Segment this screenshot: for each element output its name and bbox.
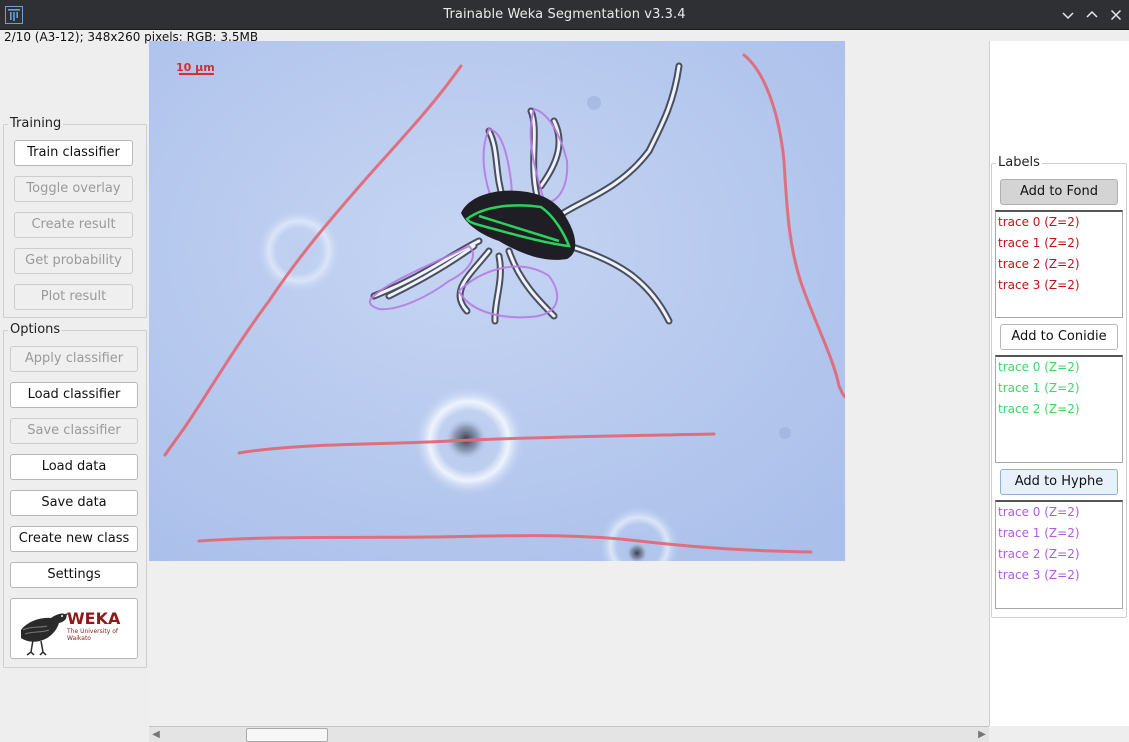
chevron-down-icon bbox=[1062, 12, 1074, 20]
fond-trace-list[interactable]: trace 0 (Z=2) trace 1 (Z=2) trace 2 (Z=2… bbox=[995, 210, 1123, 318]
trace-item[interactable]: trace 2 (Z=2) bbox=[996, 254, 1122, 275]
scale-bar-label: 10 µm bbox=[176, 61, 215, 74]
load-data-button[interactable]: Load data bbox=[10, 454, 138, 480]
create-new-class-button[interactable]: Create new class bbox=[10, 526, 138, 552]
close-icon bbox=[1110, 9, 1122, 21]
plot-result-button[interactable]: Plot result bbox=[14, 284, 133, 310]
horizontal-scrollbar[interactable]: ◀ ▶ bbox=[149, 726, 989, 742]
scroll-left-arrow-icon[interactable]: ◀ bbox=[149, 728, 163, 742]
weka-logo-text: WEKA bbox=[67, 609, 121, 628]
add-to-conidie-button[interactable]: Add to Conidie bbox=[1000, 324, 1118, 350]
conidie-trace-list[interactable]: trace 0 (Z=2) trace 1 (Z=2) trace 2 (Z=2… bbox=[995, 355, 1123, 463]
get-probability-button[interactable]: Get probability bbox=[14, 248, 133, 274]
save-classifier-button[interactable]: Save classifier bbox=[10, 418, 138, 444]
trace-item[interactable]: trace 3 (Z=2) bbox=[996, 565, 1122, 586]
faint-spot bbox=[587, 96, 601, 110]
weka-bird-icon bbox=[21, 613, 69, 656]
add-to-hyphe-button[interactable]: Add to Hyphe bbox=[1000, 469, 1118, 495]
apply-classifier-button[interactable]: Apply classifier bbox=[10, 346, 138, 372]
save-data-button[interactable]: Save data bbox=[10, 490, 138, 516]
window-title: Trainable Weka Segmentation v3.3.4 bbox=[443, 7, 686, 22]
scrollbar-thumb[interactable] bbox=[246, 728, 328, 742]
trace-item[interactable]: trace 0 (Z=2) bbox=[996, 357, 1122, 378]
training-title: Training bbox=[8, 116, 64, 132]
trace-item[interactable]: trace 0 (Z=2) bbox=[996, 502, 1122, 523]
labels-title: Labels bbox=[996, 155, 1042, 171]
scroll-right-arrow-icon[interactable]: ▶ bbox=[975, 728, 989, 742]
trace-item[interactable]: trace 3 (Z=2) bbox=[996, 275, 1122, 296]
maximize-button[interactable] bbox=[1082, 5, 1102, 25]
train-classifier-button[interactable]: Train classifier bbox=[14, 140, 133, 166]
image-canvas[interactable]: 10 µm bbox=[149, 41, 845, 561]
minimize-button[interactable] bbox=[1058, 5, 1078, 25]
toggle-overlay-button[interactable]: Toggle overlay bbox=[14, 176, 133, 202]
hyphe-trace-list[interactable]: trace 0 (Z=2) trace 1 (Z=2) trace 2 (Z=2… bbox=[995, 500, 1123, 609]
trace-item[interactable]: trace 1 (Z=2) bbox=[996, 233, 1122, 254]
weka-logo-subtitle: The University of Waikato bbox=[67, 628, 119, 642]
close-button[interactable] bbox=[1106, 5, 1126, 25]
trace-item[interactable]: trace 2 (Z=2) bbox=[996, 399, 1122, 420]
weka-logo[interactable]: WEKA The University of Waikato bbox=[10, 598, 138, 659]
trace-item[interactable]: trace 1 (Z=2) bbox=[996, 523, 1122, 544]
load-classifier-button[interactable]: Load classifier bbox=[10, 382, 138, 408]
faint-spot bbox=[779, 427, 791, 439]
chevron-up-icon bbox=[1086, 10, 1098, 18]
trace-item[interactable]: trace 0 (Z=2) bbox=[996, 212, 1122, 233]
trace-item[interactable]: trace 1 (Z=2) bbox=[996, 378, 1122, 399]
trace-item[interactable]: trace 2 (Z=2) bbox=[996, 544, 1122, 565]
settings-button[interactable]: Settings bbox=[10, 562, 138, 588]
create-result-button[interactable]: Create result bbox=[14, 212, 133, 238]
options-title: Options bbox=[8, 322, 63, 338]
add-to-fond-button[interactable]: Add to Fond bbox=[1000, 179, 1118, 205]
title-bar: Trainable Weka Segmentation v3.3.4 bbox=[0, 0, 1129, 30]
canvas-empty-area bbox=[149, 561, 989, 726]
